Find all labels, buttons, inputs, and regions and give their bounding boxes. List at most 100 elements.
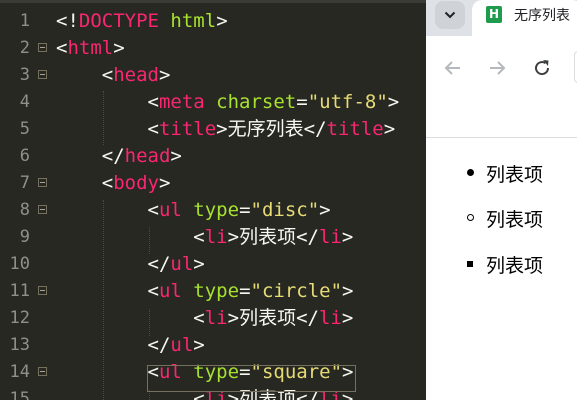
code-token: 列表项 [239, 307, 297, 329]
code-token: </ [56, 253, 171, 275]
code-token: head [124, 145, 171, 167]
code-line[interactable]: 6 </head> [0, 143, 426, 170]
code-token: > [341, 307, 354, 329]
code-token: DOCTYPE [78, 10, 159, 32]
code-token: > [113, 37, 125, 59]
code-line[interactable]: 10 </ul> [0, 251, 426, 278]
code-token: > [216, 118, 228, 140]
code-token: ul [158, 280, 182, 302]
line-number: 15 [9, 389, 30, 400]
code-line[interactable]: 2 <html> [0, 35, 426, 62]
code-token: > [342, 280, 354, 302]
forward-button[interactable] [485, 56, 509, 80]
code-token: ul [158, 199, 182, 221]
code-line[interactable]: 5 <title>无序列表</title> [0, 116, 426, 143]
list-item-text: 列表项 [486, 255, 544, 277]
code-token: meta [158, 91, 205, 113]
code-text: </ul> [56, 332, 205, 359]
line-number: 10 [9, 254, 30, 274]
chevron-down-icon [444, 11, 456, 19]
code-text: <li>列表项</li> [56, 224, 353, 251]
code-token: = [239, 199, 251, 221]
tab-search-button[interactable] [435, 1, 465, 29]
line-number: 5 [19, 119, 30, 139]
code-token: < [56, 199, 159, 221]
code-text: <ul type="disc"> [56, 197, 331, 224]
code-line[interactable]: 8 <ul type="disc"> [0, 197, 426, 224]
code-text: <body> [56, 170, 171, 197]
code-token: </ [296, 226, 319, 248]
code-token: 无序列表 [227, 118, 304, 140]
fold-toggle-icon[interactable] [38, 286, 47, 295]
back-button[interactable] [441, 56, 465, 80]
indent-guide [103, 91, 104, 145]
indent-guide [149, 227, 150, 254]
list-item-text: 列表项 [486, 164, 544, 186]
code-token: < [56, 307, 205, 329]
code-token: > [158, 172, 171, 194]
code-token: li [204, 226, 228, 248]
code-text: <li>列表项</li> [56, 305, 353, 332]
code-token: html [170, 10, 217, 32]
code-line[interactable]: 1 <!DOCTYPE html> [0, 8, 426, 35]
code-token: <! [56, 10, 79, 32]
code-line[interactable]: 12 <li>列表项</li> [0, 305, 426, 332]
bracket-match-highlight [147, 365, 356, 392]
code-token: < [56, 280, 159, 302]
fold-toggle-icon[interactable] [38, 43, 47, 52]
line-number: 3 [19, 65, 30, 85]
forward-arrow-icon [490, 61, 506, 75]
toolbar-divider [426, 137, 577, 138]
code-token: </ [56, 334, 171, 356]
code-text: <title>无序列表</title> [56, 116, 396, 143]
html5-favicon-icon: H [486, 6, 502, 23]
reload-icon [535, 60, 550, 76]
code-text: <html> [56, 35, 125, 62]
tab-strip: H 无序列表 [426, 0, 577, 36]
line-number: 9 [19, 227, 30, 247]
code-token: = [239, 280, 251, 302]
code-line[interactable]: 11 <ul type="circle"> [0, 278, 426, 305]
line-number: 13 [9, 335, 30, 355]
indent-guide [103, 200, 104, 400]
indent-guide [149, 309, 150, 336]
code-token: > [341, 226, 354, 248]
code-token: > [383, 118, 396, 140]
reload-button[interactable] [530, 56, 554, 80]
circle-bullet-icon [467, 214, 474, 221]
code-token: "utf-8" [307, 91, 388, 113]
code-token: type [193, 280, 240, 302]
fold-toggle-icon[interactable] [38, 178, 47, 187]
code-line[interactable]: 9 <li>列表项</li> [0, 224, 426, 251]
line-number: 1 [19, 11, 30, 31]
code-line[interactable]: 3 <head> [0, 62, 426, 89]
code-line[interactable]: 7 <body> [0, 170, 426, 197]
code-text: </head> [56, 143, 182, 170]
code-token: > [170, 145, 182, 167]
fold-toggle-icon[interactable] [38, 70, 47, 79]
code-token: < [56, 361, 159, 383]
code-token: title [326, 118, 384, 140]
fold-toggle-icon[interactable] [38, 367, 47, 376]
code-token: ul [170, 334, 194, 356]
code-token: </ [56, 145, 125, 167]
code-token: < [56, 172, 114, 194]
code-token: li [318, 307, 342, 329]
code-token: < [56, 64, 114, 86]
code-token: type [193, 199, 240, 221]
code-text: </ul> [56, 251, 205, 278]
code-line[interactable]: 4 <meta charset="utf-8"> [0, 89, 426, 116]
code-token: "disc" [250, 199, 320, 221]
code-token: li [204, 307, 228, 329]
fold-toggle-icon[interactable] [38, 205, 47, 214]
code-token: > [227, 226, 240, 248]
code-line[interactable]: 13 </ul> [0, 332, 426, 359]
code-token: < [56, 118, 159, 140]
tab-active[interactable]: H 无序列表 [472, 0, 577, 36]
code-token: > [216, 10, 228, 32]
code-token: > [193, 334, 205, 356]
code-editor[interactable]: 1 <!DOCTYPE html> 2 <html> 3 <head> 4 <meta c… [0, 0, 426, 400]
list-item-text: 列表项 [486, 209, 544, 231]
